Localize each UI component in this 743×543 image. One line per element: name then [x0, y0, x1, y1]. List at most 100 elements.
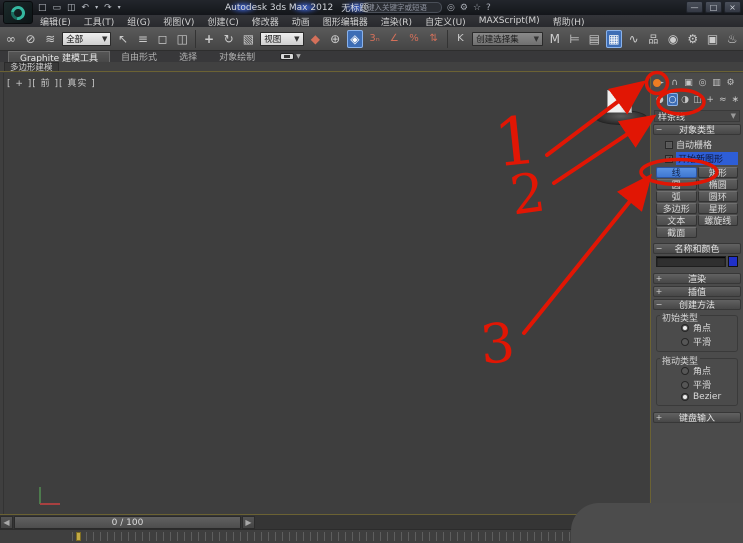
mirror-icon[interactable]: M — [547, 30, 563, 48]
previous-frame-button[interactable]: ◀ — [0, 516, 13, 529]
helpers-icon[interactable]: + — [704, 93, 716, 106]
modify-tab-icon[interactable]: ∩ — [668, 76, 681, 89]
menu-tools[interactable]: 工具(T) — [84, 15, 115, 28]
select-object-icon[interactable]: ↖ — [115, 30, 131, 48]
hierarchy-tab-icon[interactable]: ▣ — [682, 76, 695, 89]
rectangle-button[interactable]: 矩形 — [697, 167, 738, 179]
space-warps-icon[interactable]: ≈ — [717, 93, 729, 106]
ellipse-button[interactable]: 椭圆 — [697, 179, 738, 191]
bind-to-space-warp-icon[interactable]: ≋ — [42, 30, 58, 48]
curve-editor-icon[interactable]: ∿ — [626, 30, 642, 48]
menu-maxscript[interactable]: MAXScript(M) — [479, 16, 540, 26]
menu-customize[interactable]: 自定义(U) — [425, 15, 466, 28]
object-name-field[interactable] — [656, 256, 726, 267]
rollout-object-type-header[interactable]: − 对象类型 — [653, 124, 741, 136]
start-new-shape-checkbox[interactable]: ✓ — [665, 154, 673, 163]
viewport-label[interactable]: [ + ][ 前 ][ 真实 ] — [7, 76, 96, 89]
undo-dropdown-icon[interactable]: ▾ — [95, 4, 98, 11]
star-button[interactable]: 星形 — [697, 203, 738, 215]
snap-3d-icon[interactable]: 3ₙ — [367, 30, 383, 48]
line-button[interactable]: 线 — [656, 167, 697, 179]
select-and-link-icon[interactable]: ∞ — [3, 30, 19, 48]
viewport-front[interactable]: [ + ][ 前 ][ 真实 ] H! — [3, 73, 649, 514]
maximize-button[interactable]: □ — [705, 1, 722, 13]
rollout-keyboard-entry-header[interactable]: + 键盘输入 — [653, 412, 741, 424]
redo-dropdown-icon[interactable]: ▾ — [118, 4, 121, 11]
cameras-icon[interactable]: ◫ — [692, 93, 704, 106]
tab-object-paint[interactable]: 对象绘制 — [208, 51, 266, 63]
rendered-frame-icon[interactable]: ▣ — [705, 30, 721, 48]
new-scene-icon[interactable]: □ — [38, 3, 47, 13]
menu-edit[interactable]: 编辑(E) — [40, 15, 71, 28]
communication-center-icon[interactable]: ⚙ — [460, 3, 468, 13]
search-icon[interactable]: ◎ — [447, 3, 455, 13]
select-and-manipulate-icon[interactable]: ◆ — [308, 30, 324, 48]
menu-graph-editors[interactable]: 图形编辑器 — [323, 15, 368, 28]
render-production-icon[interactable]: ♨ — [724, 30, 740, 48]
menu-modifiers[interactable]: 修改器 — [252, 15, 279, 28]
snap-toggle-icon[interactable]: ◈ — [346, 29, 363, 48]
favorites-icon[interactable]: ☆ — [473, 3, 481, 13]
autogrid-checkbox[interactable] — [665, 140, 673, 149]
material-editor-icon[interactable]: ◉ — [665, 30, 681, 48]
layer-manager-icon[interactable]: ▤ — [586, 30, 602, 48]
create-tab-icon[interactable]: ► — [654, 76, 667, 89]
selection-filter-dropdown[interactable]: 全部 ▼ — [62, 31, 112, 46]
spinner-snap-icon[interactable]: ⇅ — [426, 30, 442, 48]
lights-icon[interactable]: ◑ — [679, 93, 691, 106]
help-icon[interactable]: ? — [486, 3, 491, 13]
window-crossing-icon[interactable]: ◫ — [174, 30, 190, 48]
render-setup-icon[interactable]: ⚙ — [685, 30, 701, 48]
select-and-scale-icon[interactable]: ▧ — [241, 30, 257, 48]
select-and-move-icon[interactable]: + — [201, 30, 217, 48]
shapes-icon[interactable]: ○ — [666, 93, 679, 106]
circle-button[interactable]: 圆 — [656, 179, 697, 191]
save-file-icon[interactable]: ◫ — [67, 3, 76, 13]
initial-smooth-radio[interactable] — [681, 337, 689, 346]
display-tab-icon[interactable]: ▥ — [710, 76, 723, 89]
menu-group[interactable]: 组(G) — [127, 15, 150, 28]
undo-icon[interactable]: ↶ — [82, 3, 90, 13]
text-button[interactable]: 文本 — [656, 215, 697, 227]
keyboard-override-icon[interactable]: K — [453, 30, 469, 48]
ribbon-minimize-button[interactable]: ▼ — [280, 51, 301, 62]
schematic-view-icon[interactable]: 品 — [646, 30, 662, 48]
rollout-creation-method-header[interactable]: − 创建方法 — [653, 299, 741, 311]
align-icon[interactable]: ⊨ — [567, 30, 583, 48]
unlink-selection-icon[interactable]: ⊘ — [23, 30, 39, 48]
select-by-name-icon[interactable]: ≡ — [135, 30, 151, 48]
polygon-button[interactable]: 多边形 — [656, 203, 697, 215]
menu-create[interactable]: 创建(C) — [207, 15, 238, 28]
section-button[interactable]: 截面 — [656, 227, 697, 239]
open-file-icon[interactable]: ▭ — [53, 3, 62, 13]
geometry-icon[interactable]: ● — [654, 93, 666, 106]
tab-polygon-modeling[interactable]: 多边形建模 — [4, 62, 59, 73]
arc-button[interactable]: 弧 — [656, 191, 697, 203]
systems-icon[interactable]: ∗ — [730, 93, 742, 106]
initial-corner-radio[interactable] — [681, 323, 689, 332]
next-frame-button[interactable]: ▶ — [242, 516, 255, 529]
drag-corner-radio[interactable] — [681, 366, 689, 375]
rollout-rendering-header[interactable]: + 渲染 — [653, 273, 741, 285]
3dsmax-logo[interactable] — [3, 1, 33, 24]
tab-selection[interactable]: 选择 — [168, 51, 208, 63]
menu-help[interactable]: 帮助(H) — [553, 15, 585, 28]
use-pivot-center-icon[interactable]: ⊕ — [327, 30, 343, 48]
object-color-swatch[interactable] — [728, 256, 738, 267]
menu-animation[interactable]: 动画 — [292, 15, 310, 28]
minimize-button[interactable]: — — [686, 1, 703, 13]
track-bar[interactable] — [0, 529, 650, 543]
reference-coordinate-dropdown[interactable]: 视图 ▼ — [260, 31, 304, 46]
close-button[interactable]: × — [724, 1, 741, 13]
select-and-rotate-icon[interactable]: ↻ — [221, 30, 237, 48]
redo-icon[interactable]: ↷ — [104, 3, 112, 13]
search-input[interactable]: 键入关键字或短语 — [362, 2, 442, 13]
percent-snap-icon[interactable]: % — [406, 30, 422, 48]
named-selection-set-dropdown[interactable]: 创建选择集 ▼ — [472, 31, 543, 46]
rectangular-selection-icon[interactable]: ◻ — [155, 30, 171, 48]
helix-button[interactable]: 螺旋线 — [697, 215, 738, 227]
donut-button[interactable]: 圆环 — [697, 191, 738, 203]
rollout-interpolation-header[interactable]: + 插值 — [653, 286, 741, 298]
scene-object[interactable]: H! — [595, 90, 647, 130]
drag-bezier-radio[interactable] — [681, 393, 689, 401]
